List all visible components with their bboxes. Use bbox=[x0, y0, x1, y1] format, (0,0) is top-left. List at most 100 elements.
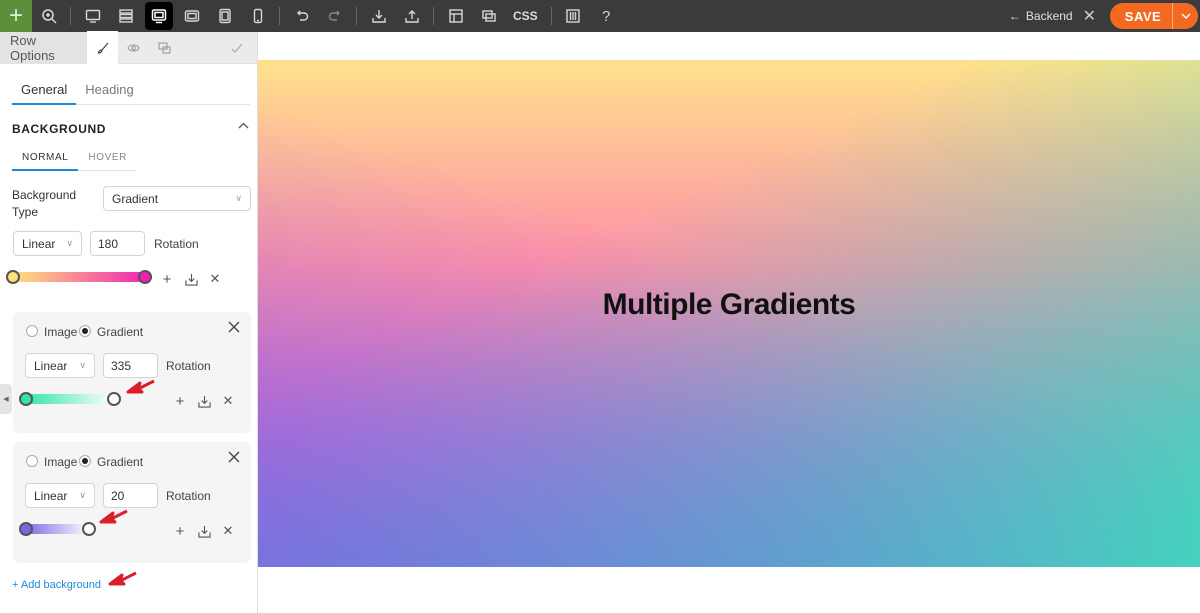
tab-normal[interactable]: NORMAL bbox=[12, 149, 79, 171]
remove-stop-button[interactable]: ✕ bbox=[208, 271, 222, 286]
redo-button[interactable] bbox=[321, 2, 349, 30]
tab-style[interactable] bbox=[87, 31, 118, 64]
preview-button[interactable] bbox=[79, 2, 107, 30]
chevron-down-icon: ∨ bbox=[235, 193, 242, 203]
remove-layer-button[interactable] bbox=[227, 450, 241, 464]
download-icon bbox=[197, 525, 211, 538]
background-layer-card: Image Gradient Linear ∨ 20 Rotation + ✕ bbox=[13, 442, 251, 563]
layout-icon bbox=[448, 9, 463, 23]
toolbar-divider bbox=[550, 7, 552, 25]
gradient-stop-start[interactable] bbox=[19, 392, 33, 406]
remove-layer-button[interactable] bbox=[227, 320, 241, 334]
import-button[interactable] bbox=[365, 2, 393, 30]
tablet-portrait-button[interactable] bbox=[211, 2, 239, 30]
plus-icon: + bbox=[175, 392, 185, 410]
chevron-down-icon bbox=[1181, 13, 1190, 19]
list-icon bbox=[118, 9, 133, 23]
redo-icon bbox=[328, 10, 340, 21]
remove-stop-button[interactable]: ✕ bbox=[221, 393, 235, 408]
radio-image-label: Image bbox=[44, 455, 78, 469]
background-type-value: Gradient bbox=[112, 191, 159, 206]
backend-link[interactable]: ← Backend bbox=[1009, 9, 1073, 23]
tab-responsive[interactable] bbox=[149, 32, 180, 64]
duplicate-button[interactable] bbox=[475, 2, 503, 30]
tab-general[interactable]: General bbox=[12, 76, 77, 105]
settings-button[interactable] bbox=[559, 2, 587, 30]
mobile-view-button[interactable] bbox=[244, 2, 272, 30]
devices-icon bbox=[158, 41, 171, 54]
undo-icon bbox=[296, 10, 308, 21]
radio-gradient[interactable] bbox=[79, 455, 91, 467]
panel-collapse-handle[interactable]: ◀ bbox=[0, 384, 12, 414]
plus-icon: + bbox=[8, 2, 23, 29]
desktop-icon bbox=[151, 9, 166, 24]
gradient-type-select[interactable]: Linear ∨ bbox=[25, 483, 95, 508]
toolbar-divider bbox=[433, 7, 434, 25]
radio-gradient-label: Gradient bbox=[97, 325, 144, 339]
mobile-icon bbox=[253, 8, 262, 24]
hero-heading[interactable]: Multiple Gradients bbox=[258, 288, 1200, 322]
plus-icon: + bbox=[175, 522, 185, 540]
background-layer-card: Image Gradient Linear ∨ 335 Rotation + ✕ bbox=[13, 312, 251, 433]
add-element-button[interactable]: + bbox=[0, 0, 32, 32]
radio-image[interactable] bbox=[26, 455, 38, 467]
arrow-left-icon: ← bbox=[1008, 9, 1021, 23]
layers-button[interactable] bbox=[112, 2, 140, 30]
gradient-stop-end[interactable] bbox=[107, 392, 121, 406]
save-options-dropdown[interactable] bbox=[1172, 3, 1198, 29]
background-section-toggle[interactable] bbox=[238, 118, 249, 132]
annotation-arrow-icon bbox=[99, 509, 128, 524]
tab-hover[interactable]: HOVER bbox=[78, 149, 137, 171]
apply-button[interactable] bbox=[217, 32, 257, 64]
add-stop-button[interactable]: + bbox=[173, 522, 187, 540]
check-icon bbox=[231, 43, 243, 53]
gradient-type-select[interactable]: Linear ∨ bbox=[13, 231, 82, 256]
options-sub-tabs: General Heading bbox=[12, 76, 250, 105]
export-button[interactable] bbox=[398, 2, 426, 30]
state-tabs: NORMAL HOVER bbox=[12, 149, 136, 171]
layout-button[interactable] bbox=[442, 2, 470, 30]
gradient-stop-end[interactable] bbox=[82, 522, 96, 536]
gradient-stop-end[interactable] bbox=[138, 270, 152, 284]
save-button[interactable]: SAVE bbox=[1110, 3, 1198, 29]
help-button[interactable]: ? bbox=[592, 2, 620, 30]
gradient-color-bar[interactable] bbox=[23, 394, 115, 404]
rotation-input[interactable]: 180 bbox=[90, 231, 145, 256]
zoom-button[interactable] bbox=[35, 2, 63, 30]
chevron-down-icon: ∨ bbox=[79, 490, 86, 500]
radio-image[interactable] bbox=[26, 325, 38, 337]
gradient-color-bar[interactable] bbox=[12, 272, 152, 282]
rotation-input[interactable]: 335 bbox=[103, 353, 158, 378]
add-stop-button[interactable]: + bbox=[173, 392, 187, 410]
tablet-portrait-icon bbox=[218, 8, 231, 24]
gradient-stop-start[interactable] bbox=[19, 522, 33, 536]
gradient-type-select[interactable]: Linear ∨ bbox=[25, 353, 95, 378]
plus-icon: + bbox=[162, 270, 172, 288]
save-preset-button[interactable] bbox=[197, 394, 211, 408]
chevron-down-icon: ∨ bbox=[79, 360, 86, 370]
background-type-select[interactable]: Gradient ∨ bbox=[103, 186, 251, 211]
close-icon bbox=[228, 451, 240, 463]
tab-visibility[interactable] bbox=[118, 32, 149, 64]
gradient-color-bar[interactable] bbox=[23, 524, 91, 534]
undo-button[interactable] bbox=[288, 2, 316, 30]
row-options-panel: Row Options General Heading BACKGROUND N… bbox=[0, 31, 258, 613]
gradient-stop-start[interactable] bbox=[6, 270, 20, 284]
close-editor-button[interactable]: ✕ bbox=[1083, 6, 1096, 26]
add-stop-button[interactable]: + bbox=[160, 270, 174, 288]
caret-left-icon: ◀ bbox=[3, 396, 9, 403]
add-background-link[interactable]: + Add background bbox=[12, 579, 101, 591]
save-preset-button[interactable] bbox=[184, 272, 198, 286]
gradient-type-value: Linear bbox=[34, 488, 68, 503]
custom-css-button[interactable]: CSS bbox=[505, 9, 546, 23]
tablet-landscape-button[interactable] bbox=[178, 2, 206, 30]
radio-image-label: Image bbox=[44, 325, 78, 339]
save-preset-button[interactable] bbox=[197, 524, 211, 538]
row-canvas-preview[interactable]: Multiple Gradients bbox=[258, 60, 1200, 567]
desktop-view-button[interactable] bbox=[144, 2, 173, 30]
tab-heading[interactable]: Heading bbox=[76, 76, 142, 105]
rotation-input[interactable]: 20 bbox=[103, 483, 158, 508]
radio-gradient[interactable] bbox=[79, 325, 91, 337]
background-section-title: BACKGROUND bbox=[12, 122, 106, 136]
remove-stop-button[interactable]: ✕ bbox=[221, 523, 235, 538]
